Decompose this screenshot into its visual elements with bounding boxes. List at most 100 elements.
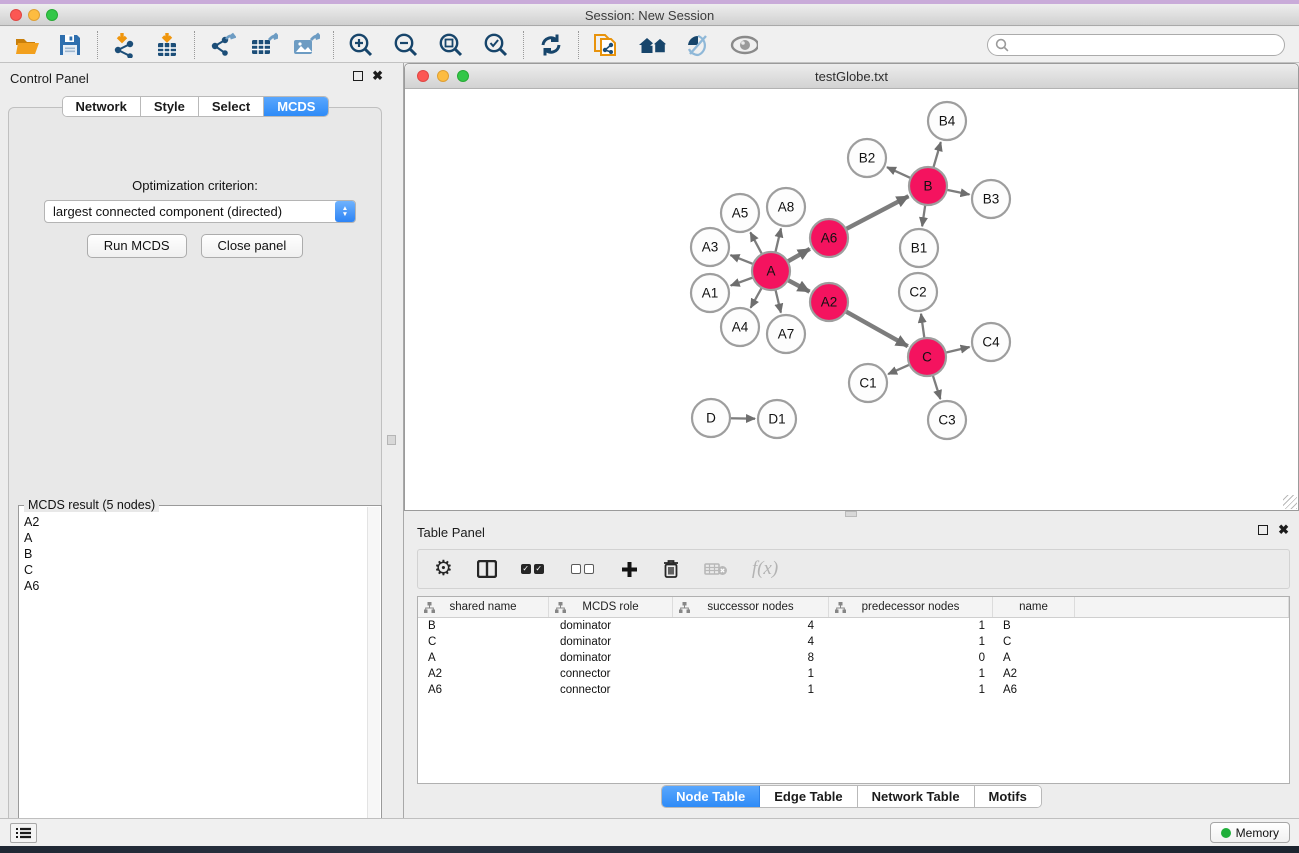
tab-edge-table[interactable]: Edge Table <box>760 786 857 807</box>
import-table-icon[interactable] <box>153 31 181 59</box>
tab-style[interactable]: Style <box>141 97 199 116</box>
graph-node-B[interactable]: B <box>909 167 947 205</box>
graph-edge-B-B4[interactable] <box>933 142 941 170</box>
result-item[interactable]: A6 <box>24 578 381 594</box>
tab-mcds[interactable]: MCDS <box>264 97 328 116</box>
export-network-icon[interactable] <box>208 31 236 59</box>
column-header-predecessor-nodes[interactable]: predecessor nodes <box>829 597 993 617</box>
home-icon[interactable] <box>638 31 666 59</box>
hide-details-icon[interactable] <box>684 31 712 59</box>
graph-node-A[interactable]: A <box>752 252 790 290</box>
zoom-out-icon[interactable] <box>392 31 420 59</box>
graph-edge-A2-C[interactable] <box>844 310 908 346</box>
graph-node-B2[interactable]: B2 <box>848 139 886 177</box>
graph-edge-A-A3[interactable] <box>730 255 755 265</box>
export-table-icon[interactable] <box>250 31 278 59</box>
graph-edge-A-A4[interactable] <box>751 286 763 308</box>
network-graph[interactable]: B4B2BB3A5A8A6B1A3AC2A1A2A4A7C4CC1C3DD1 <box>405 89 1298 510</box>
graph-edge-A6-B[interactable] <box>844 196 908 230</box>
criterion-dropdown[interactable]: largest connected component (directed) ▲… <box>44 200 356 223</box>
tab-select[interactable]: Select <box>199 97 264 116</box>
network-canvas[interactable]: B4B2BB3A5A8A6B1A3AC2A1A2A4A7C4CC1C3DD1 <box>405 89 1298 510</box>
graph-edge-A-A6[interactable] <box>786 249 810 263</box>
graph-node-C[interactable]: C <box>908 338 946 376</box>
graph-node-B4[interactable]: B4 <box>928 102 966 140</box>
close-panel-icon[interactable]: ✖ <box>1278 525 1289 535</box>
float-panel-icon[interactable] <box>353 71 363 81</box>
function-builder-icon[interactable]: f(x) <box>752 556 778 582</box>
column-header-successor-nodes[interactable]: successor nodes <box>673 597 829 617</box>
graph-edge-C-C2[interactable] <box>921 314 925 340</box>
graph-node-C3[interactable]: C3 <box>928 401 966 439</box>
export-image-icon[interactable] <box>292 31 320 59</box>
zoom-fit-icon[interactable] <box>437 31 465 59</box>
tab-motifs[interactable]: Motifs <box>975 786 1041 807</box>
main-titlebar[interactable]: Session: New Session <box>0 4 1299 26</box>
graph-node-A7[interactable]: A7 <box>767 315 805 353</box>
column-header-name[interactable]: name <box>993 597 1075 617</box>
graph-node-A1[interactable]: A1 <box>691 274 729 312</box>
column-header-MCDS-role[interactable]: MCDS role <box>549 597 673 617</box>
close-panel-button[interactable]: Close panel <box>201 234 304 258</box>
save-icon[interactable] <box>56 31 84 59</box>
graph-edge-A-A7[interactable] <box>775 288 781 313</box>
table-row[interactable]: Adominator80A <box>418 650 1289 666</box>
delete-table-icon[interactable] <box>704 556 728 582</box>
graph-node-D[interactable]: D <box>692 399 730 437</box>
graph-node-D1[interactable]: D1 <box>758 400 796 438</box>
graph-node-A8[interactable]: A8 <box>767 188 805 226</box>
open-folder-icon[interactable] <box>14 31 42 59</box>
gear-icon[interactable]: ⚙ <box>434 556 453 582</box>
tab-node-table[interactable]: Node Table <box>662 786 760 807</box>
graph-edge-C-C4[interactable] <box>944 347 970 353</box>
graph-edge-B-B3[interactable] <box>945 189 970 194</box>
network-view-window[interactable]: testGlobe.txt B4B2BB3A5A8A6B1A3AC2A1A2A4… <box>404 63 1299 511</box>
network-window-titlebar[interactable]: testGlobe.txt <box>405 64 1298 89</box>
split-columns-icon[interactable] <box>477 556 497 582</box>
clone-network-icon[interactable] <box>592 31 620 59</box>
graph-node-A5[interactable]: A5 <box>721 194 759 232</box>
memory-button[interactable]: Memory <box>1210 822 1290 843</box>
graph-edge-C-C3[interactable] <box>932 373 940 399</box>
graph-node-A4[interactable]: A4 <box>721 308 759 346</box>
deselect-all-icon[interactable] <box>571 556 597 582</box>
tab-network-table[interactable]: Network Table <box>858 786 975 807</box>
import-network-icon[interactable] <box>111 31 139 59</box>
graph-edge-B-B2[interactable] <box>887 167 913 179</box>
graph-edge-A-A8[interactable] <box>775 228 781 254</box>
graph-node-C4[interactable]: C4 <box>972 323 1010 361</box>
search-input[interactable] <box>1009 38 1284 52</box>
result-item[interactable]: C <box>24 562 381 578</box>
graph-edge-A-A2[interactable] <box>786 279 810 292</box>
close-panel-icon[interactable]: ✖ <box>372 71 383 81</box>
graph-edge-A-A5[interactable] <box>750 232 763 256</box>
table-row[interactable]: Bdominator41B <box>418 618 1289 634</box>
table-row[interactable]: A6connector11A6 <box>418 682 1289 698</box>
search-field[interactable] <box>987 34 1285 56</box>
graph-edge-C-C1[interactable] <box>888 364 911 374</box>
result-item[interactable]: A2 <box>24 514 381 530</box>
run-mcds-button[interactable]: Run MCDS <box>87 234 187 258</box>
graph-node-A6[interactable]: A6 <box>810 219 848 257</box>
vertical-splitter[interactable] <box>391 63 404 818</box>
table-row[interactable]: Cdominator41C <box>418 634 1289 650</box>
delete-icon[interactable] <box>662 556 680 582</box>
graph-node-A3[interactable]: A3 <box>691 228 729 266</box>
result-item[interactable]: B <box>24 546 381 562</box>
add-column-icon[interactable] <box>621 556 638 582</box>
graph-edge-A-A1[interactable] <box>731 277 755 286</box>
graph-node-C2[interactable]: C2 <box>899 273 937 311</box>
graph-node-C1[interactable]: C1 <box>849 364 887 402</box>
graph-edge-B-B1[interactable] <box>922 203 925 226</box>
result-item[interactable]: A <box>24 530 381 546</box>
graph-node-B3[interactable]: B3 <box>972 180 1010 218</box>
zoom-in-icon[interactable] <box>347 31 375 59</box>
splitter-handle[interactable] <box>387 435 396 445</box>
result-scrollbar[interactable] <box>367 507 380 842</box>
resize-grip-icon[interactable] <box>1283 495 1297 509</box>
graph-node-B1[interactable]: B1 <box>900 229 938 267</box>
column-header-shared-name[interactable]: shared name <box>418 597 549 617</box>
zoom-selected-icon[interactable] <box>482 31 510 59</box>
tab-network[interactable]: Network <box>63 97 141 116</box>
show-details-icon[interactable] <box>730 31 758 59</box>
